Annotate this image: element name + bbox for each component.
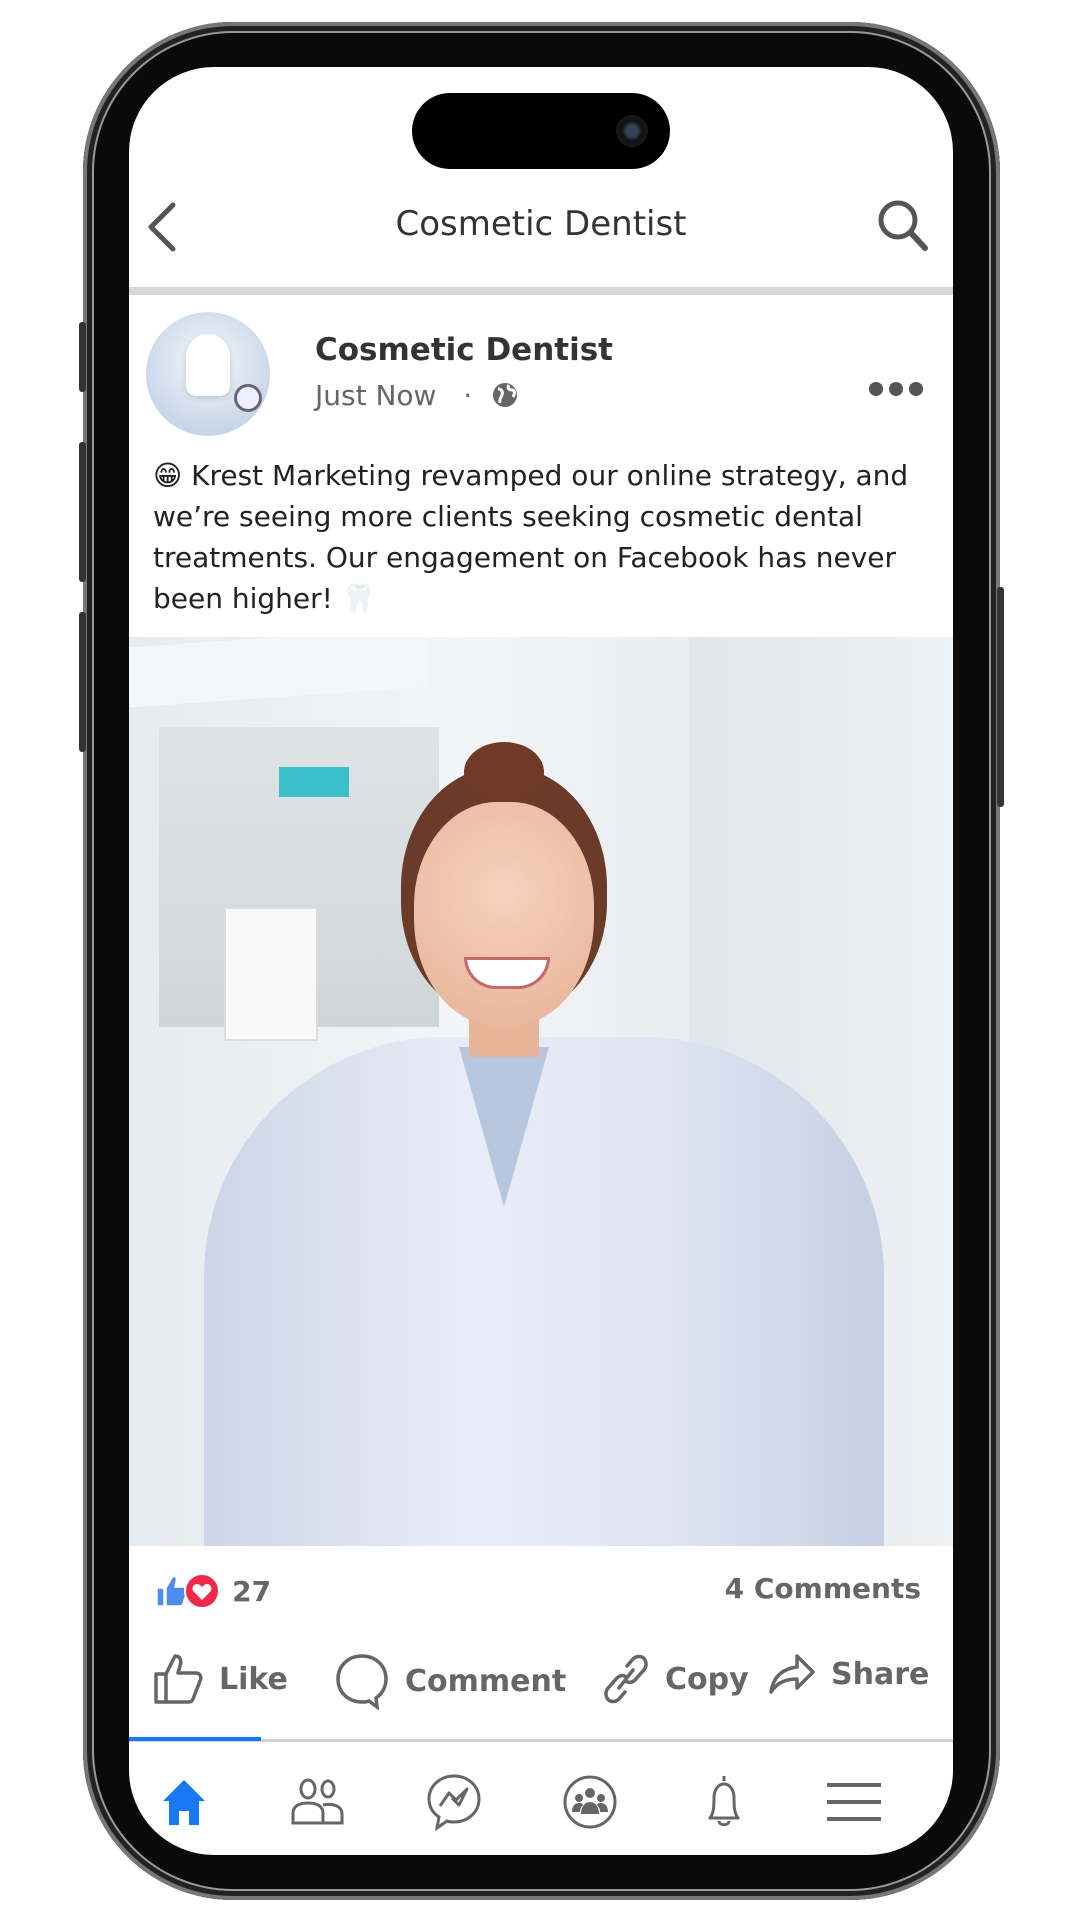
comment-label: Comment bbox=[405, 1663, 567, 1699]
dental-mirror-icon bbox=[234, 384, 262, 412]
messenger-icon bbox=[427, 1774, 481, 1831]
copy-label: Copy bbox=[665, 1661, 749, 1697]
groups-icon bbox=[563, 1775, 617, 1829]
active-tab-indicator bbox=[129, 1737, 261, 1741]
like-button[interactable]: Like bbox=[153, 1652, 288, 1706]
nav-messenger[interactable] bbox=[419, 1767, 489, 1837]
search-icon bbox=[878, 200, 928, 251]
copy-button[interactable]: Copy bbox=[601, 1652, 749, 1706]
phone-silent-button bbox=[79, 322, 86, 392]
search-button[interactable] bbox=[875, 195, 931, 255]
nav-menu[interactable] bbox=[819, 1767, 889, 1837]
reactions-summary[interactable]: 27 bbox=[153, 1572, 271, 1610]
phone-volume-down-button bbox=[79, 612, 86, 752]
nav-friends[interactable] bbox=[283, 1767, 353, 1837]
like-label: Like bbox=[219, 1661, 288, 1697]
photo-lab-coat bbox=[204, 1037, 884, 1546]
love-reaction-icon bbox=[184, 1573, 220, 1609]
photo-lamp-arm bbox=[129, 637, 429, 708]
globe-icon bbox=[493, 383, 518, 407]
comment-button[interactable]: Comment bbox=[333, 1652, 566, 1710]
share-button[interactable]: Share bbox=[767, 1652, 929, 1696]
nav-groups[interactable] bbox=[555, 1767, 625, 1837]
link-icon bbox=[604, 1654, 648, 1704]
friends-icon bbox=[291, 1778, 344, 1825]
tooth-icon bbox=[186, 334, 230, 396]
dynamic-island bbox=[412, 93, 670, 169]
share-icon bbox=[769, 1654, 815, 1694]
header-divider bbox=[129, 287, 953, 295]
post-text: 😁 Krest Marketing revamped our online st… bbox=[153, 455, 943, 619]
post-body: Krest Marketing revamped our online stra… bbox=[153, 459, 909, 615]
share-label: Share bbox=[831, 1656, 930, 1692]
thumbs-up-icon bbox=[154, 1654, 203, 1704]
home-icon bbox=[163, 1780, 205, 1825]
avatar[interactable] bbox=[146, 312, 270, 436]
photo-hair-bun bbox=[464, 742, 544, 802]
photo-box bbox=[224, 907, 318, 1041]
camera-icon bbox=[616, 115, 648, 147]
comments-count[interactable]: 4 Comments bbox=[725, 1572, 921, 1605]
post-time: Just Now bbox=[315, 379, 437, 412]
comment-icon bbox=[336, 1654, 388, 1710]
post-meta: Just Now · bbox=[315, 379, 519, 412]
post-photo[interactable] bbox=[129, 637, 953, 1546]
phone-power-button bbox=[997, 587, 1004, 807]
more-options-button[interactable] bbox=[869, 382, 923, 396]
photo-face bbox=[414, 802, 594, 1027]
reactions-count: 27 bbox=[232, 1574, 272, 1608]
post-author[interactable]: Cosmetic Dentist bbox=[315, 332, 613, 368]
nav-home[interactable] bbox=[149, 1767, 219, 1837]
separator: · bbox=[463, 379, 473, 412]
page-title: Cosmetic Dentist bbox=[395, 204, 687, 244]
tooth-emoji: 🦷 bbox=[341, 582, 377, 615]
bell-icon bbox=[708, 1776, 740, 1827]
post-actions: Like Comment Copy Share bbox=[129, 1652, 953, 1712]
nav-notifications[interactable] bbox=[689, 1767, 759, 1837]
screen: Cosmetic Dentist Cosmetic Dentist Just N… bbox=[129, 67, 953, 1855]
grin-emoji: 😁 bbox=[153, 459, 183, 492]
photo-teal-box bbox=[279, 767, 349, 797]
bottom-nav bbox=[129, 1767, 953, 1837]
phone-volume-up-button bbox=[79, 442, 86, 582]
menu-icon bbox=[827, 1783, 881, 1821]
